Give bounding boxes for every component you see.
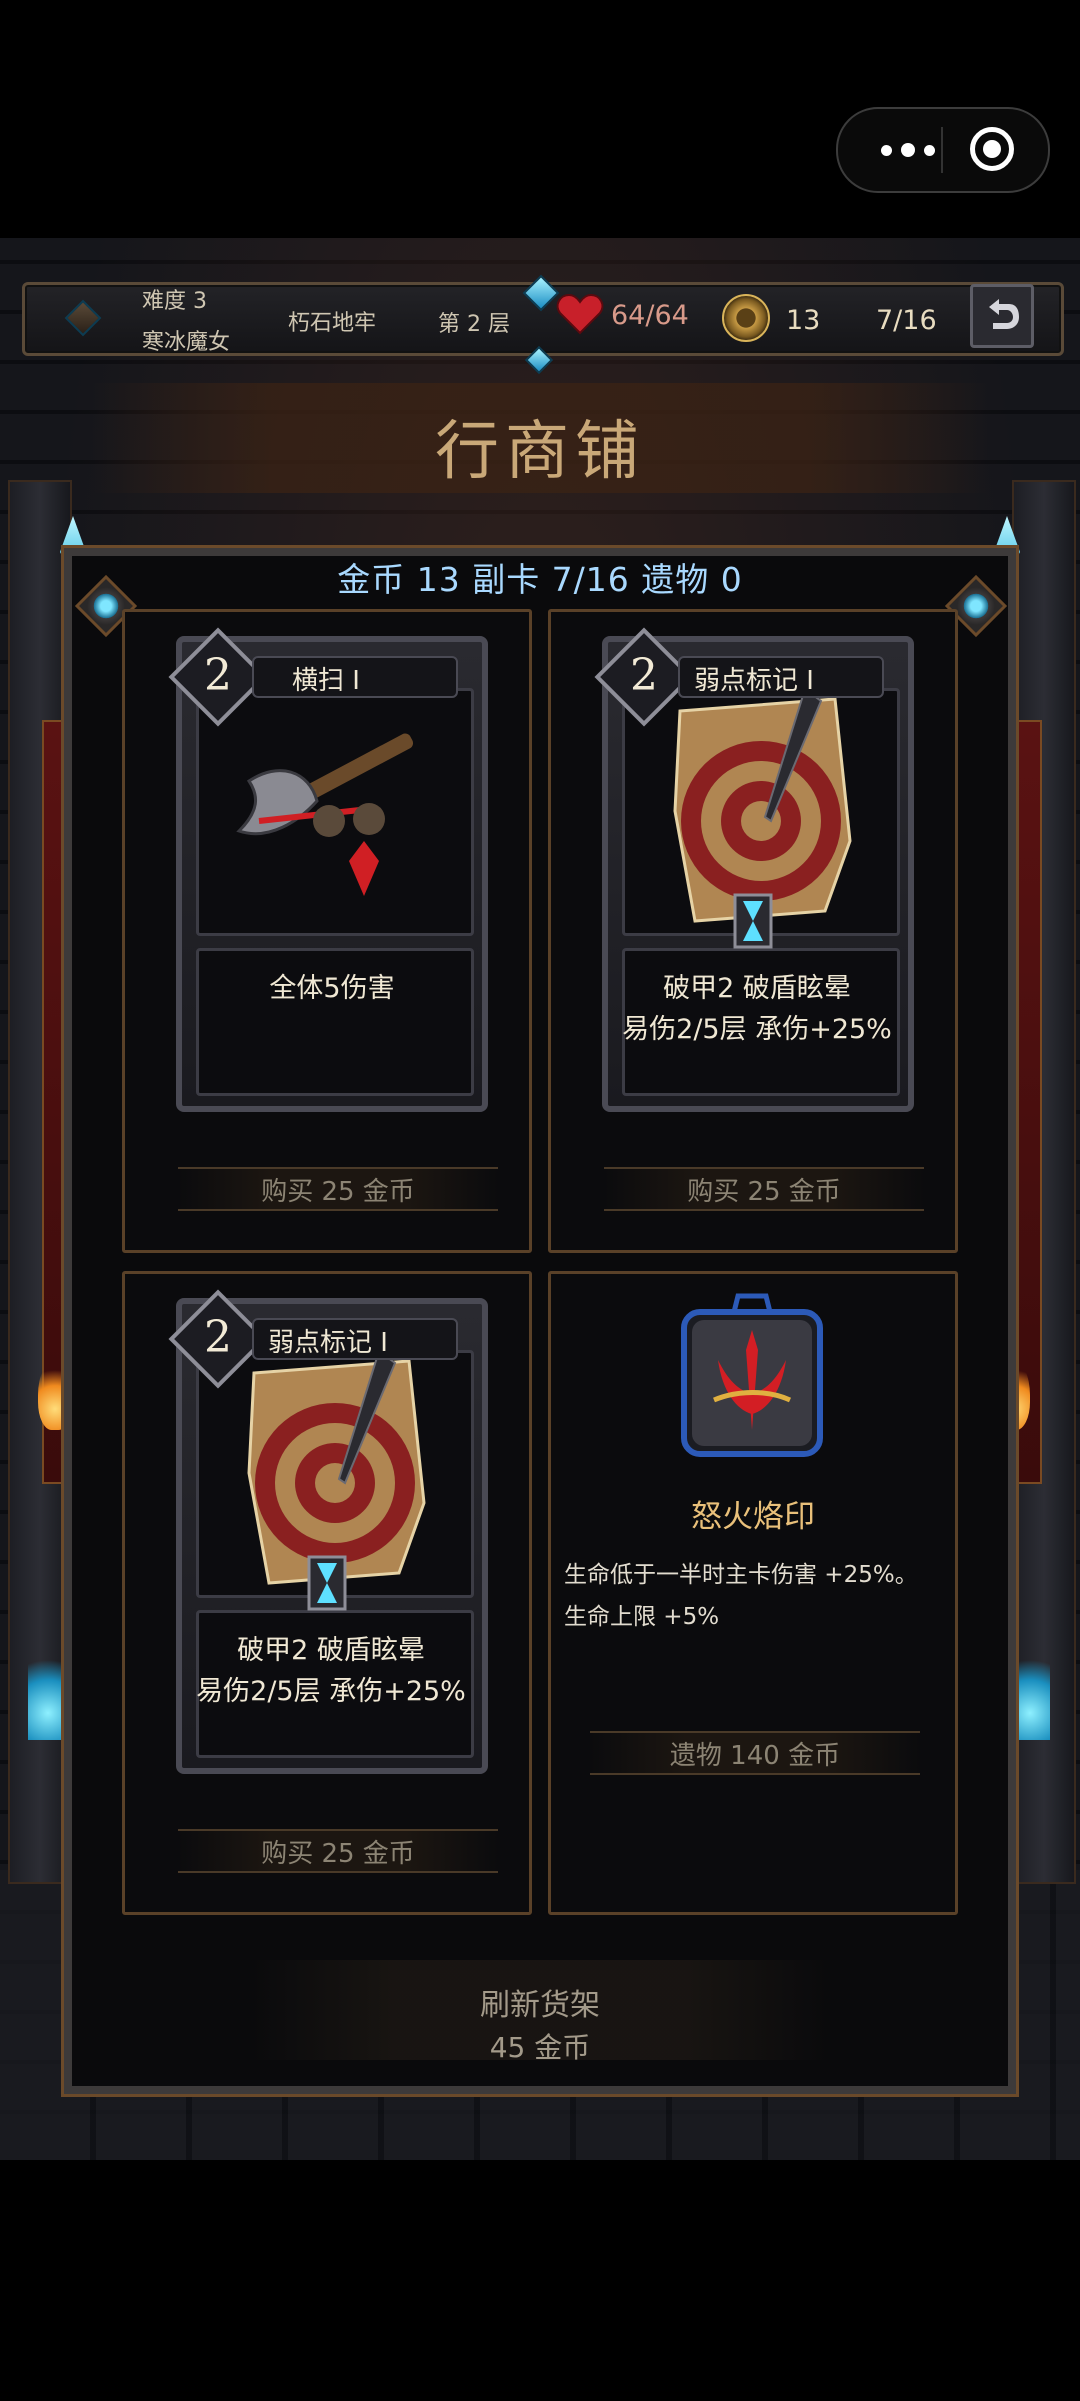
right-ice-flame-icon (1010, 1650, 1050, 1740)
target-icon[interactable] (970, 127, 1014, 171)
buy-price-label: 购买 25 金币 (687, 1177, 841, 1207)
relic-name: 怒火烙印 (691, 1499, 815, 1535)
hp-value: 64/64 (611, 300, 689, 331)
back-arrow-icon (989, 299, 1019, 329)
refresh-price: 45 金币 (489, 2031, 591, 2064)
relic-desc-line2: 生命上限 +5% (564, 1604, 720, 1630)
card-count-value: 7/16 (876, 305, 937, 336)
resource-summary: 金币 13 副卡 7/16 遗物 0 (337, 560, 743, 599)
card-desc-line1: 破甲2 破盾眩晕 (663, 973, 851, 1004)
location-name: 朽石地牢 (288, 311, 377, 336)
card-desc-line1: 破甲2 破盾眩晕 (237, 1635, 425, 1666)
card-desc-line2: 易伤2/5层 承伤+25% (622, 1014, 892, 1045)
hourglass-icon (307, 1555, 347, 1611)
left-ice-flame-icon (28, 1650, 68, 1740)
capsule-divider (941, 127, 943, 173)
relic-desc-line1: 生命低于一半时主卡伤害 +25%。 (564, 1562, 918, 1588)
miniprogram-capsule (836, 107, 1050, 193)
rage-brand-icon[interactable] (678, 1290, 826, 1460)
heart-icon (556, 293, 604, 335)
refresh-label: 刷新货架 (480, 1988, 600, 2023)
back-button[interactable] (970, 284, 1034, 348)
floor-label: 第 2 层 (438, 312, 510, 337)
hourglass-icon (733, 893, 773, 949)
coin-icon (722, 294, 770, 342)
card-desc-line1: 全体5伤害 (269, 973, 395, 1004)
card-cost: 2 (204, 650, 232, 701)
card-cost: 2 (204, 1312, 232, 1363)
buy-price-label: 购买 25 金币 (261, 1839, 415, 1869)
card-desc-line2: 易伤2/5层 承伤+25% (196, 1676, 466, 1707)
card-cost: 2 (630, 650, 658, 701)
buy-price-label: 购买 25 金币 (261, 1177, 415, 1207)
card-name: 弱点标记 I (694, 666, 814, 696)
axe-icon (236, 733, 414, 896)
shop-title: 行商铺 (435, 415, 645, 489)
card-art-area (196, 688, 474, 936)
relic-price-label: 遗物 140 金币 (669, 1741, 841, 1771)
card-name: 横扫 I (292, 666, 360, 696)
more-dots-icon[interactable] (868, 131, 948, 169)
gold-value: 13 (786, 305, 821, 336)
card-name: 弱点标记 I (268, 1328, 388, 1358)
character-name: 寒冰魔女 (142, 330, 231, 355)
difficulty-label: 难度 3 (142, 289, 207, 314)
